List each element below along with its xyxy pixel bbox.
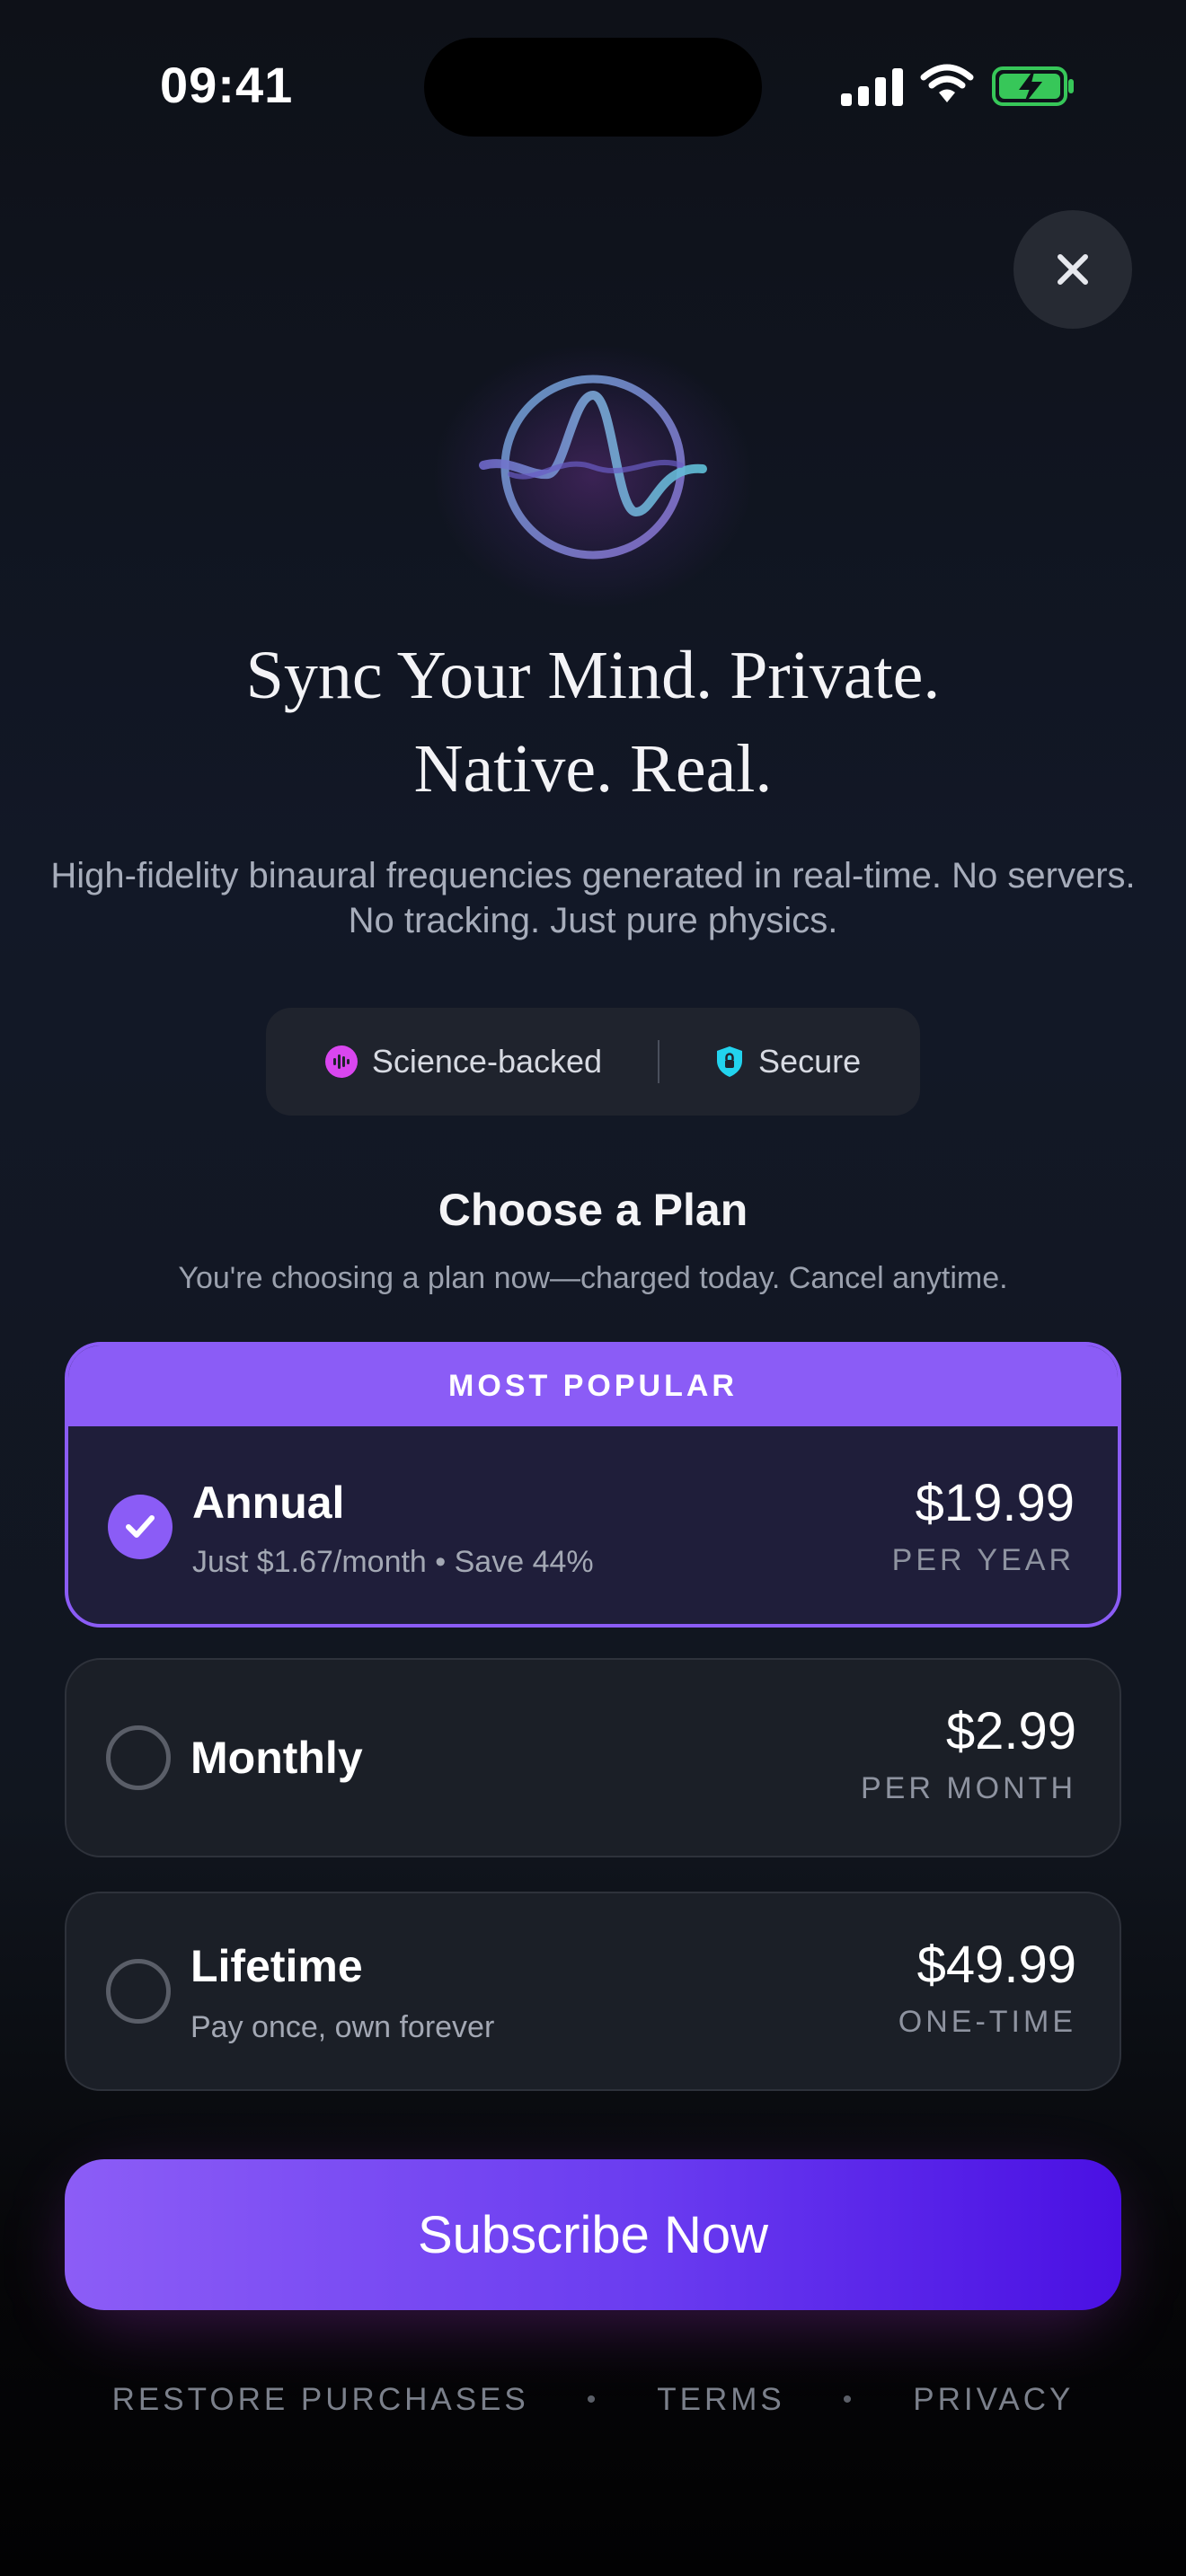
- footer-links: RESTORE PURCHASES • TERMS • PRIVACY: [0, 2382, 1186, 2418]
- hero-subtitle-line2: No tracking. Just pure physics.: [348, 901, 838, 940]
- hero-title-line1: Sync Your Mind. Private.: [245, 638, 941, 713]
- close-button[interactable]: [1013, 210, 1132, 329]
- badge-science-backed: Science-backed: [324, 1043, 603, 1081]
- plan-period: PER MONTH: [861, 1771, 1076, 1805]
- shield-lock-icon: [717, 1046, 743, 1077]
- plan-radio-unselected[interactable]: [106, 1959, 171, 2024]
- subscribe-button[interactable]: Subscribe Now: [65, 2159, 1121, 2310]
- badge-label: Secure: [758, 1043, 862, 1080]
- privacy-link[interactable]: PRIVACY: [913, 2382, 1074, 2418]
- dynamic-island: [424, 38, 762, 137]
- feature-badges: Science-backed Secure: [266, 1008, 920, 1116]
- waveform-icon: [324, 1045, 358, 1078]
- footer-separator: •: [586, 2385, 600, 2414]
- plan-period: ONE-TIME: [898, 2005, 1076, 2039]
- plan-card-lifetime[interactable]: Lifetime Pay once, own forever $49.99 ON…: [65, 1892, 1121, 2091]
- plan-radio-unselected[interactable]: [106, 1725, 171, 1790]
- plan-radio-selected[interactable]: [108, 1495, 173, 1559]
- plans-subheading: You're choosing a plan now—charged today…: [178, 1261, 1008, 1295]
- plan-price: $49.99: [916, 1936, 1076, 1994]
- plan-card-monthly[interactable]: Monthly $2.99 PER MONTH: [65, 1658, 1121, 1857]
- plan-name: Monthly: [190, 1733, 363, 1783]
- plan-description: Just $1.67/month • Save 44%: [192, 1545, 594, 1579]
- badge-secure: Secure: [715, 1043, 861, 1081]
- badge-label: Science-backed: [371, 1043, 603, 1080]
- app-logo-icon: [479, 375, 707, 560]
- plans-heading: Choose a Plan: [438, 1185, 748, 1235]
- badge-divider: [658, 1040, 660, 1083]
- plan-name: Lifetime: [190, 1941, 363, 1991]
- close-icon: [1058, 254, 1088, 285]
- cellular-signal-icon: [841, 66, 903, 106]
- plan-name: Annual: [192, 1478, 345, 1528]
- hero-subtitle-line1: High-fidelity binaural frequencies gener…: [50, 856, 1136, 895]
- terms-link[interactable]: TERMS: [657, 2382, 785, 2418]
- restore-purchases-link[interactable]: RESTORE PURCHASES: [112, 2382, 529, 2418]
- hero-subtitle: High-fidelity binaural frequencies gener…: [0, 853, 1186, 943]
- footer-separator: •: [842, 2385, 856, 2414]
- plan-price: $19.99: [915, 1474, 1075, 1532]
- status-time: 09:41: [160, 57, 294, 113]
- plan-description: Pay once, own forever: [190, 2010, 495, 2044]
- hero-title: Sync Your Mind. Private. Native. Real.: [0, 629, 1186, 816]
- plan-card-annual[interactable]: MOST POPULAR Annual Just $1.67/month • S…: [65, 1342, 1121, 1628]
- battery-charging-icon: [992, 66, 1074, 106]
- plan-price: $2.99: [945, 1702, 1076, 1760]
- wifi-icon: [920, 64, 974, 102]
- plan-period: PER YEAR: [891, 1543, 1075, 1577]
- checkmark-icon: [126, 1515, 155, 1538]
- hero-title-line2: Native. Real.: [413, 731, 773, 807]
- most-popular-banner: MOST POPULAR: [68, 1345, 1118, 1426]
